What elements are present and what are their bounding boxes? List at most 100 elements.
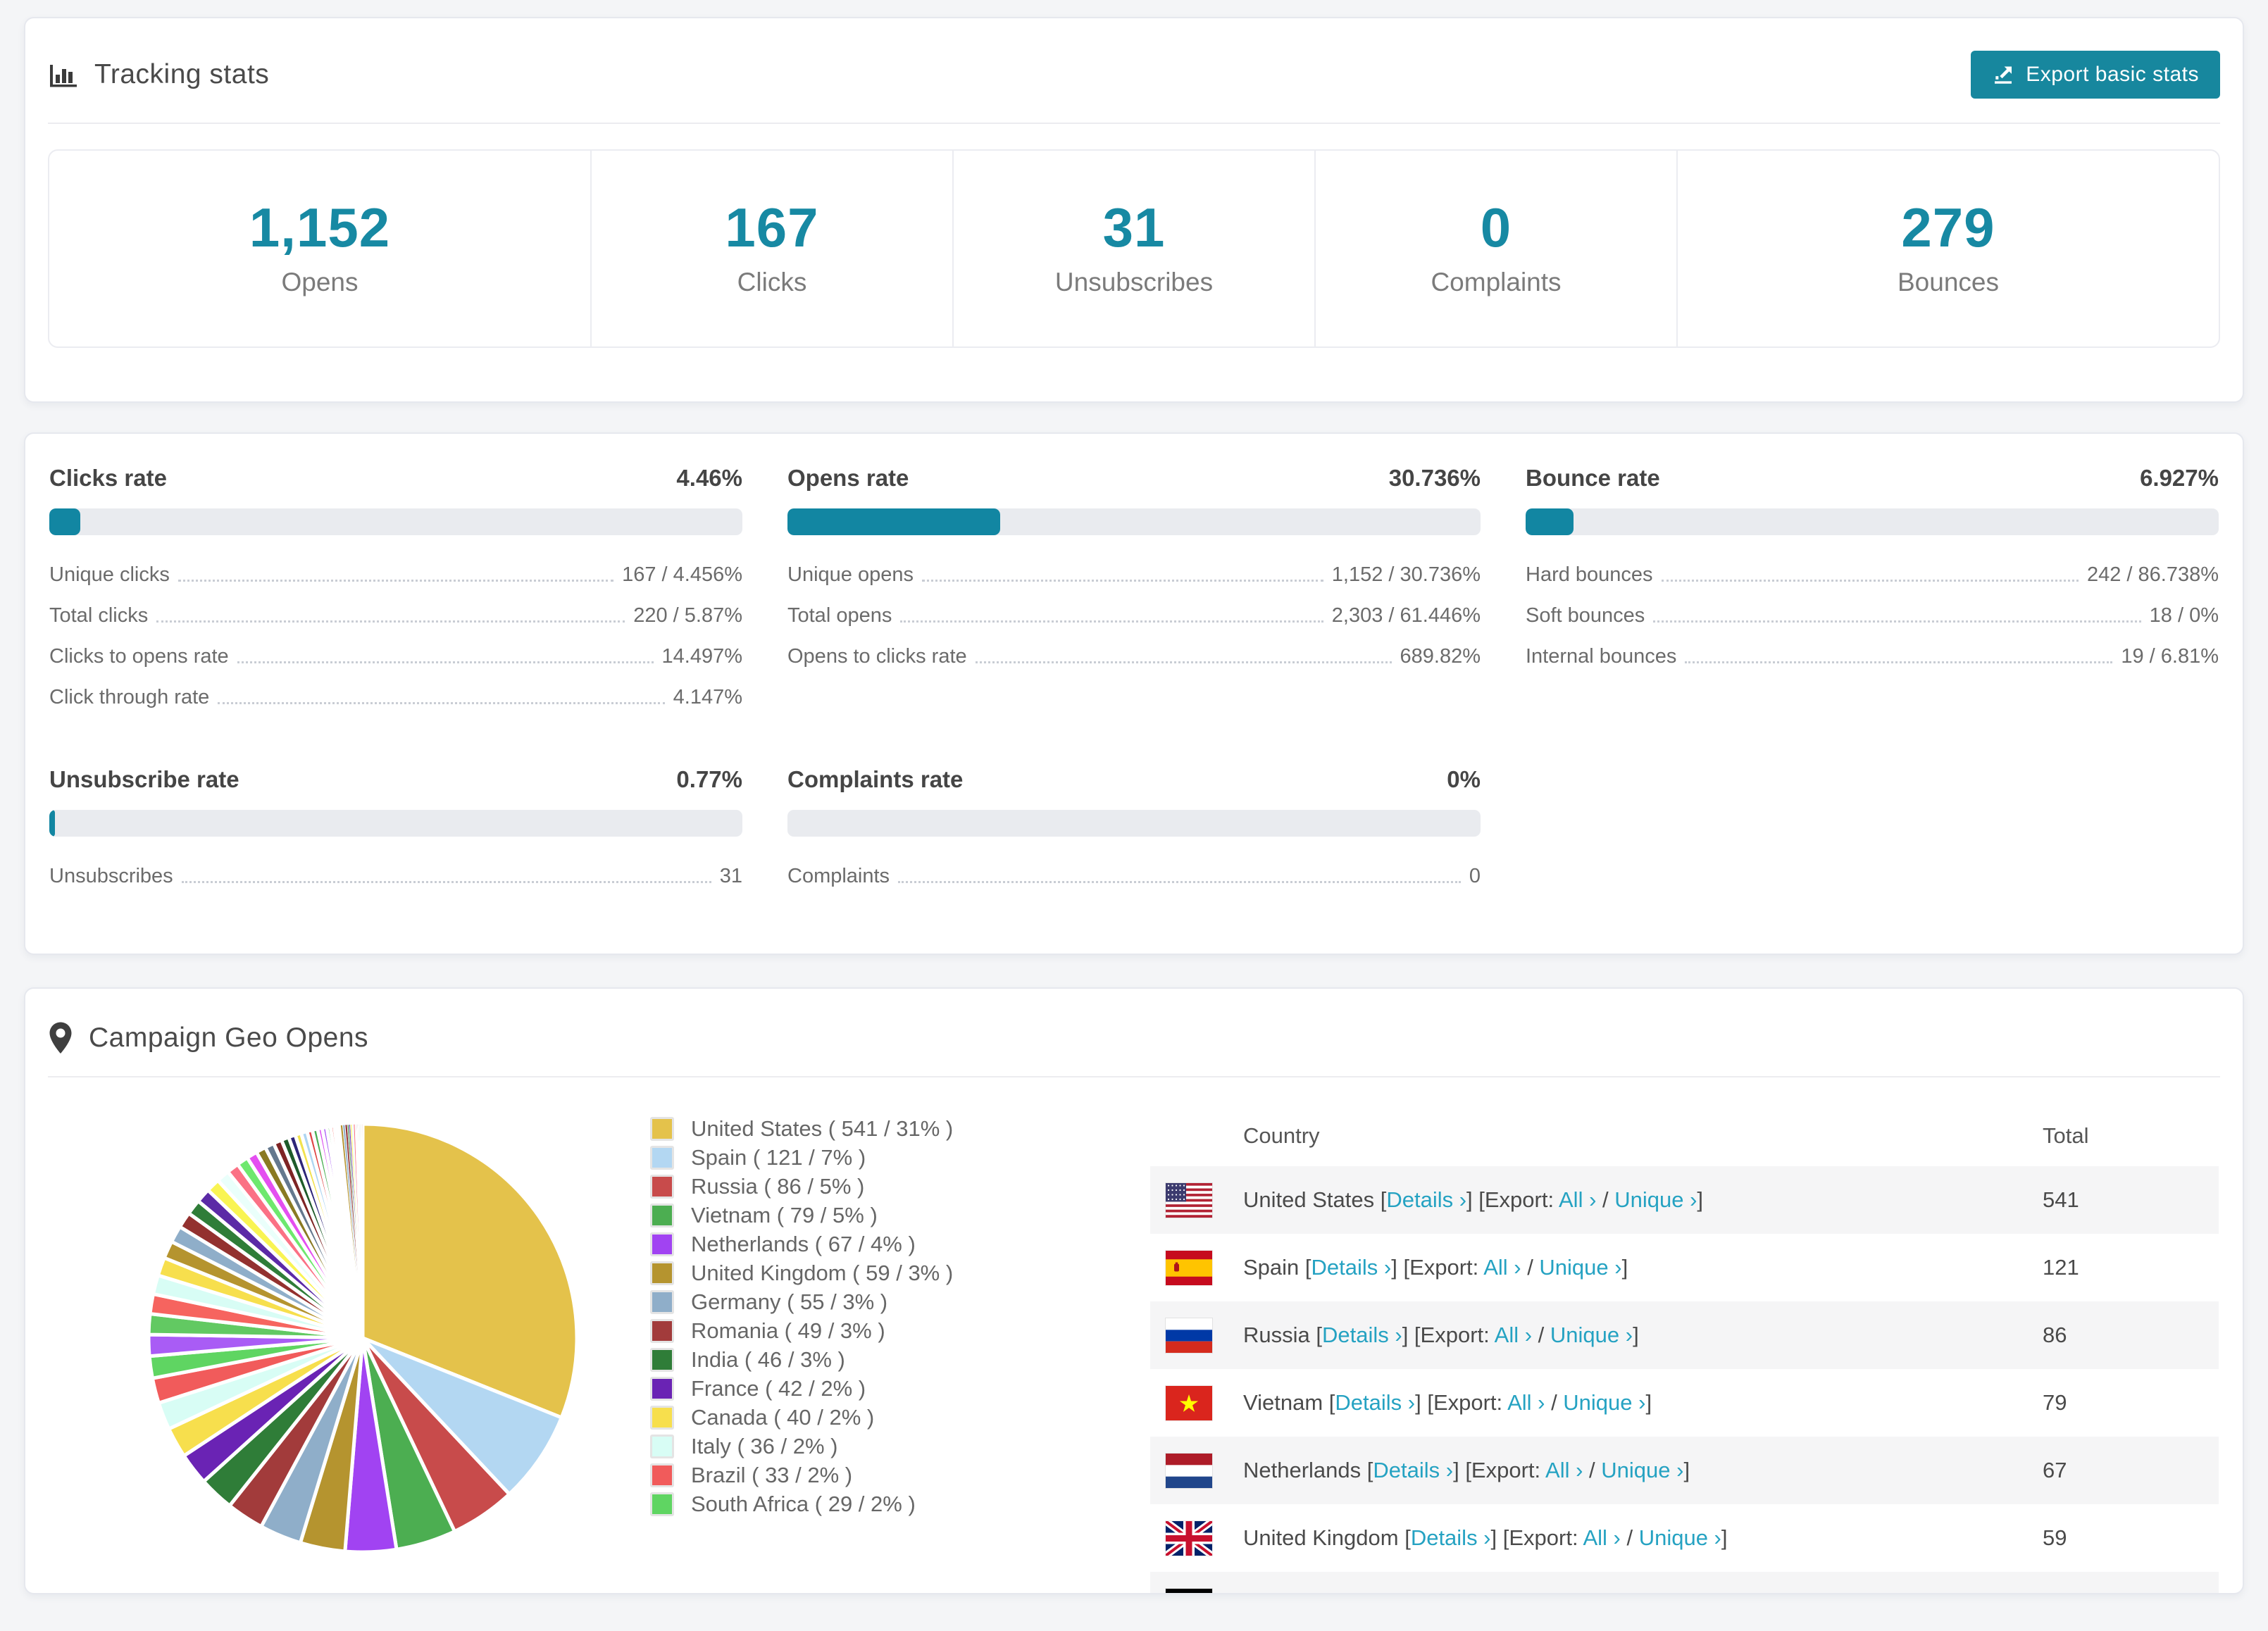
rate-title: Complaints rate <box>787 766 964 792</box>
de-flag-icon <box>1166 1588 1212 1593</box>
export-all-link[interactable]: All › <box>1483 1255 1521 1280</box>
legend-label: United States ( 541 / 31% ) <box>691 1116 954 1141</box>
rate-detail-label: Complaints <box>787 865 890 887</box>
dotted-leader <box>237 661 654 663</box>
export-unique-link[interactable]: Unique › <box>1601 1458 1683 1482</box>
legend-item-brazil[interactable]: Brazil ( 33 / 2% ) <box>650 1461 1045 1489</box>
export-button-label: Export basic stats <box>2026 63 2199 86</box>
stat-value: 167 <box>725 196 819 258</box>
rate-detail-value: 0 <box>1469 865 1481 887</box>
legend-item-spain[interactable]: Spain ( 121 / 7% ) <box>650 1143 1045 1172</box>
details-link[interactable]: Details › <box>1345 1593 1426 1594</box>
export-all-link[interactable]: All › <box>1583 1525 1620 1550</box>
flag-column-header <box>1150 1106 1243 1166</box>
legend-item-italy[interactable]: Italy ( 36 / 2% ) <box>650 1432 1045 1461</box>
country-name: Spain <box>1243 1255 1300 1280</box>
rate-detail-value: 14.497% <box>661 645 743 668</box>
rate-head: Bounce rate 6.927% <box>1526 465 2219 492</box>
details-link[interactable]: Details › <box>1322 1323 1402 1347</box>
rate-value: 0.77% <box>676 766 742 792</box>
export-all-link[interactable]: All › <box>1545 1458 1583 1482</box>
rate-detail-row: Unique clicks 167 / 4.456% <box>49 563 742 587</box>
country-name: United Kingdom <box>1243 1525 1399 1550</box>
legend-item-vietnam[interactable]: Vietnam ( 79 / 5% ) <box>650 1201 1045 1230</box>
rate-title: Bounce rate <box>1526 465 1660 491</box>
rate-detail-value: 2,303 / 61.446% <box>1331 604 1481 627</box>
details-link[interactable]: Details › <box>1311 1255 1392 1280</box>
rate-detail-row: Total opens 2,303 / 61.446% <box>787 604 1481 627</box>
legend-label: United Kingdom ( 59 / 3% ) <box>691 1260 954 1285</box>
legend-item-germany[interactable]: Germany ( 55 / 3% ) <box>650 1287 1045 1316</box>
legend-item-united-states[interactable]: United States ( 541 / 31% ) <box>650 1114 1045 1143</box>
export-unique-link[interactable]: Unique › <box>1614 1187 1697 1212</box>
rate-block-clicks-rate: Clicks rate 4.46% Unique clicks 167 / 4.456… <box>49 465 742 727</box>
geo-table-row-de: Germany [Details ›] [Export: All › / Uni… <box>1150 1572 2219 1594</box>
geo-pie-chart[interactable] <box>137 1113 588 1567</box>
header-divider <box>48 123 2220 124</box>
stat-label: Complaints <box>1431 268 1562 296</box>
legend-label: India ( 46 / 3% ) <box>691 1346 845 1372</box>
rate-detail-label: Total clicks <box>49 604 149 627</box>
country-name: United States <box>1243 1187 1375 1212</box>
legend-item-india[interactable]: India ( 46 / 3% ) <box>650 1345 1045 1374</box>
legend-item-romania[interactable]: Romania ( 49 / 3% ) <box>650 1316 1045 1345</box>
export-all-link[interactable]: All › <box>1507 1390 1545 1415</box>
rate-head: Opens rate 30.736% <box>787 465 1481 492</box>
export-unique-link[interactable]: Unique › <box>1574 1593 1656 1594</box>
dotted-leader <box>1653 620 2141 623</box>
legend-item-france[interactable]: France ( 42 / 2% ) <box>650 1374 1045 1403</box>
stat-label: Clicks <box>737 268 807 296</box>
rate-progress-track <box>1526 508 2219 535</box>
legend-item-south-africa[interactable]: South Africa ( 29 / 2% ) <box>650 1489 1045 1518</box>
tracking-stats-card: Tracking stats Export basic stats 1,152 O… <box>24 17 2244 403</box>
export-unique-link[interactable]: Unique › <box>1550 1323 1633 1347</box>
legend-swatch <box>650 1232 674 1256</box>
country-cell: Netherlands [Details ›] [Export: All › /… <box>1243 1458 1690 1482</box>
export-all-link[interactable]: All › <box>1517 1593 1554 1594</box>
export-basic-stats-button[interactable]: Export basic stats <box>1971 51 2220 99</box>
details-link[interactable]: Details › <box>1411 1525 1491 1550</box>
rate-head: Complaints rate 0% <box>787 766 1481 793</box>
details-link[interactable]: Details › <box>1386 1187 1466 1212</box>
export-unique-link[interactable]: Unique › <box>1639 1525 1721 1550</box>
dotted-leader <box>181 881 711 883</box>
stat-label: Opens <box>281 268 359 296</box>
rate-detail-value: 1,152 / 30.736% <box>1331 563 1481 586</box>
rate-detail-value: 19 / 6.81% <box>2121 645 2219 668</box>
export-unique-link[interactable]: Unique › <box>1539 1255 1621 1280</box>
rate-detail-label: Total opens <box>787 604 892 627</box>
legend-item-canada[interactable]: Canada ( 40 / 2% ) <box>650 1403 1045 1432</box>
rate-progress-fill <box>49 810 55 837</box>
export-unique-link[interactable]: Unique › <box>1563 1390 1645 1415</box>
rate-detail-label: Clicks to opens rate <box>49 645 229 668</box>
rate-detail-row: Total clicks 220 / 5.87% <box>49 604 742 627</box>
country-name: Vietnam <box>1243 1390 1323 1415</box>
total-column-header: Total <box>2043 1123 2089 1148</box>
legend-item-united-kingdom[interactable]: United Kingdom ( 59 / 3% ) <box>650 1258 1045 1287</box>
map-pin-icon <box>49 1022 72 1054</box>
rate-head: Clicks rate 4.46% <box>49 465 742 492</box>
gb-flag-icon <box>1166 1520 1212 1556</box>
country-cell: Spain [Details ›] [Export: All › / Uniqu… <box>1243 1255 1628 1280</box>
export-all-link[interactable]: All › <box>1495 1323 1532 1347</box>
country-total: 55 <box>2043 1572 2219 1593</box>
country-name: Germany <box>1243 1593 1333 1594</box>
legend-item-russia[interactable]: Russia ( 86 / 5% ) <box>650 1172 1045 1201</box>
legend-item-netherlands[interactable]: Netherlands ( 67 / 4% ) <box>650 1230 1045 1258</box>
rate-detail-row: Hard bounces 242 / 86.738% <box>1526 563 2219 587</box>
country-name: Netherlands <box>1243 1458 1362 1482</box>
geo-table-row-gb: United Kingdom [Details ›] [Export: All … <box>1150 1504 2219 1572</box>
rate-head: Unsubscribe rate 0.77% <box>49 766 742 793</box>
legend-swatch <box>650 1145 674 1170</box>
rate-detail-row: Click through rate 4.147% <box>49 686 742 709</box>
rates-card: Clicks rate 4.46% Unique clicks 167 / 4.456… <box>24 432 2244 955</box>
rate-block-complaints-rate: Complaints rate 0% Complaints 0 <box>787 766 1481 906</box>
rate-value: 6.927% <box>2140 465 2219 491</box>
details-link[interactable]: Details › <box>1335 1390 1415 1415</box>
details-link[interactable]: Details › <box>1373 1458 1453 1482</box>
dotted-leader <box>218 702 665 704</box>
stat-cell-unsubscribes: 31 Unsubscribes <box>952 151 1314 346</box>
legend-label: Canada ( 40 / 2% ) <box>691 1404 875 1430</box>
rate-detail-value: 31 <box>719 865 742 887</box>
export-all-link[interactable]: All › <box>1559 1187 1596 1212</box>
